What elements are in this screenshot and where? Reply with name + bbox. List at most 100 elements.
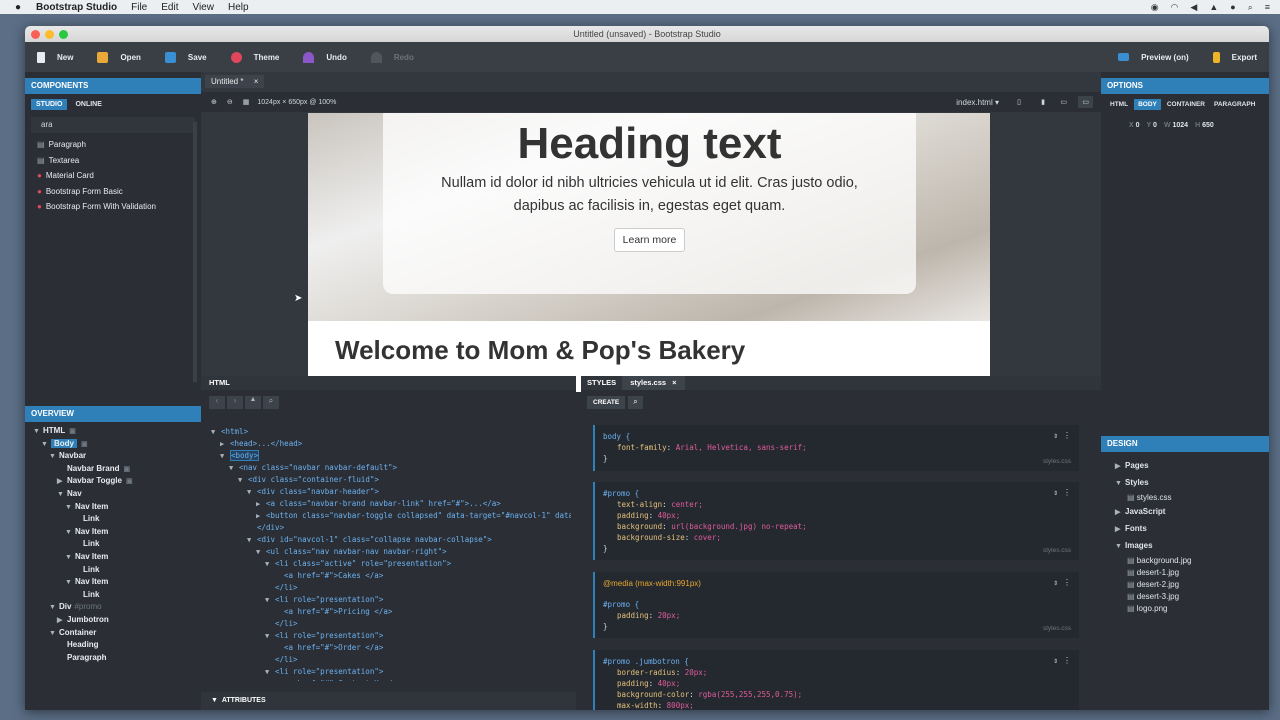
overview-row[interactable]: Navbar Brand ▣ [25, 463, 201, 476]
options-tab-container[interactable]: CONTAINER [1164, 99, 1208, 110]
design-image-file[interactable]: ▤ background.jpg [1127, 555, 1269, 567]
overview-row[interactable]: Link [25, 589, 201, 602]
expand-caret-icon[interactable]: ▼ [238, 474, 248, 486]
html-node[interactable]: ▼ <div class="container-fluid"> [201, 474, 571, 486]
component-form-validation[interactable]: ● Bootstrap Form With Validation [25, 201, 201, 214]
expand-caret-icon[interactable]: ▼ [57, 489, 67, 502]
options-tab-body[interactable]: BODY [1134, 99, 1161, 110]
spotlight-icon[interactable]: ⌕ [1248, 2, 1253, 13]
overview-row[interactable]: Link [25, 564, 201, 577]
expand-caret-icon[interactable]: ▼ [247, 534, 257, 546]
html-node[interactable]: <a href="#">Order </a> [201, 642, 571, 654]
jumbotron-lead[interactable]: Nullam id dolor id nibh ultricies vehicu… [415, 172, 885, 218]
html-node[interactable]: </div> [201, 522, 571, 534]
minimize-window-button[interactable] [45, 30, 54, 39]
html-node[interactable]: ▼ <li class="active" role="presentation"> [201, 558, 571, 570]
overview-row[interactable]: ▶ Jumbotron [25, 614, 201, 627]
html-node[interactable]: ▼ <div class="navbar-header"> [201, 486, 571, 498]
html-node[interactable]: ▶ <button class="navbar-toggle collapsed"… [201, 510, 571, 522]
component-textarea[interactable]: ▤ Textarea [25, 155, 201, 168]
html-node[interactable]: ▼ <li role="presentation"> [201, 630, 571, 642]
jumbotron[interactable]: Heading text Nullam id dolor id nibh ult… [383, 113, 916, 294]
design-pages[interactable]: ▶ Pages [1115, 458, 1269, 475]
html-node[interactable]: </li> [201, 582, 571, 594]
grid-icon[interactable]: ▦ [243, 98, 250, 106]
menu-file[interactable]: File [131, 2, 147, 13]
css-declaration[interactable]: text-align: center; [603, 499, 1071, 510]
preview-button[interactable]: Preview (on) [1118, 53, 1189, 62]
apple-icon[interactable]: ● [0, 2, 36, 13]
css-declaration[interactable]: background: url(background.jpg) no-repea… [603, 521, 1071, 532]
up-icon[interactable]: ▲ [245, 396, 261, 409]
expand-caret-icon[interactable]: ▼ [49, 451, 59, 464]
expand-caret-icon[interactable]: ▶ [220, 438, 230, 450]
overview-row[interactable]: ▼ Nav [25, 488, 201, 501]
component-material-card[interactable]: ● Material Card [25, 170, 201, 183]
css-rule[interactable]: #promo {text-align: center; padding: 40px… [593, 482, 1079, 560]
overview-row[interactable]: ▼ Div #promo [25, 601, 201, 614]
design-styles[interactable]: ▼ Styles [1115, 475, 1269, 492]
jumbotron-heading[interactable]: Heading text [383, 119, 916, 169]
expand-caret-icon[interactable]: ▶ [256, 498, 266, 510]
notification-icon[interactable]: ≡ [1265, 2, 1270, 12]
rule-menu-icon[interactable]: ⇕ ⋮ [1053, 487, 1071, 498]
design-image-file[interactable]: ▤ desert-1.jpg [1127, 567, 1269, 579]
canvas-tab[interactable]: Untitled * × [205, 75, 265, 88]
options-tab-paragraph[interactable]: PARAGRAPH [1211, 99, 1258, 110]
css-declaration[interactable]: padding: 20px; [603, 610, 1071, 621]
html-node[interactable]: ▼ <div id="navcol-1" class="collapse navb… [201, 534, 571, 546]
overview-row[interactable]: ▼ Nav Item [25, 501, 201, 514]
design-fonts[interactable]: ▶ Fonts [1115, 521, 1269, 538]
html-node[interactable]: <a href="#">Contact Us</a> [201, 678, 571, 681]
expand-caret-icon[interactable]: ▼ [65, 552, 75, 565]
css-declaration[interactable]: background-color: rgba(255,255,255,0.75)… [603, 689, 1071, 700]
overview-row[interactable]: ▼ Body ▣ [25, 438, 201, 451]
zoom-window-button[interactable] [59, 30, 68, 39]
expand-caret-icon[interactable]: ▼ [247, 486, 257, 498]
overview-row[interactable]: ▼ Nav Item [25, 526, 201, 539]
css-rule[interactable]: body {font-family: Arial, Helvetica, san… [593, 425, 1079, 471]
styles-file-tab[interactable]: styles.css × [622, 376, 685, 390]
record-icon[interactable]: ◉ [1151, 2, 1159, 13]
zoom-in-icon[interactable]: ⊕ [211, 98, 217, 106]
rule-menu-icon[interactable]: ⇕ ⋮ [1053, 655, 1071, 666]
components-scrollbar[interactable] [193, 122, 197, 382]
expand-caret-icon[interactable]: ▶ [256, 510, 266, 522]
open-button[interactable]: Open [97, 51, 141, 63]
close-tab-icon[interactable]: × [672, 378, 676, 387]
expand-caret-icon[interactable]: ▼ [211, 426, 221, 438]
expand-caret-icon[interactable]: ▼ [229, 462, 239, 474]
expand-caret-icon[interactable]: ▼ [220, 450, 230, 462]
zoom-out-icon[interactable]: ⊖ [227, 98, 233, 106]
export-button[interactable]: Export [1212, 51, 1257, 63]
create-rule-button[interactable]: CREATE [587, 396, 626, 409]
rule-menu-icon[interactable]: ⇕ ⋮ [1053, 430, 1071, 441]
menu-help[interactable]: Help [228, 2, 249, 13]
volume-icon[interactable]: ◀ [1190, 2, 1197, 13]
component-paragraph[interactable]: ▤ Paragraph [25, 139, 201, 152]
device-desktop-icon[interactable]: ▭ [1078, 96, 1093, 108]
overview-row[interactable]: ▼ Nav Item [25, 551, 201, 564]
eject-icon[interactable]: ▲ [1209, 2, 1218, 12]
design-image-file[interactable]: ▤ desert-2.jpg [1127, 579, 1269, 591]
html-node[interactable]: ▼ <ul class="nav navbar-nav navbar-right"… [201, 546, 571, 558]
expand-caret-icon[interactable]: ▼ [265, 558, 275, 570]
design-image-file[interactable]: ▤ logo.png [1127, 603, 1269, 615]
css-declaration[interactable]: border-radius: 20px; [603, 667, 1071, 678]
overview-row[interactable]: ▼ HTML ▣ [25, 425, 201, 438]
expand-caret-icon[interactable]: ▶ [57, 615, 67, 628]
theme-button[interactable]: Theme [230, 51, 279, 63]
overview-row[interactable]: Heading [25, 639, 201, 652]
overview-row[interactable]: ▼ Nav Item [25, 576, 201, 589]
overview-row[interactable]: Link [25, 513, 201, 526]
component-form-basic[interactable]: ● Bootstrap Form Basic [25, 186, 201, 199]
css-declaration[interactable]: padding: 40px; [603, 678, 1071, 689]
design-styles-file[interactable]: ▤ styles.css [1115, 492, 1269, 504]
overview-row[interactable]: ▼ Navbar [25, 450, 201, 463]
expand-caret-icon[interactable]: ▼ [265, 630, 275, 642]
menu-view[interactable]: View [192, 2, 214, 13]
welcome-heading[interactable]: Welcome to Mom & Pop's Bakery [335, 335, 745, 366]
design-javascript[interactable]: ▶ JavaScript [1115, 504, 1269, 521]
device-laptop-icon[interactable]: ▭ [1060, 98, 1067, 106]
overview-row[interactable]: ▼ Container [25, 627, 201, 640]
